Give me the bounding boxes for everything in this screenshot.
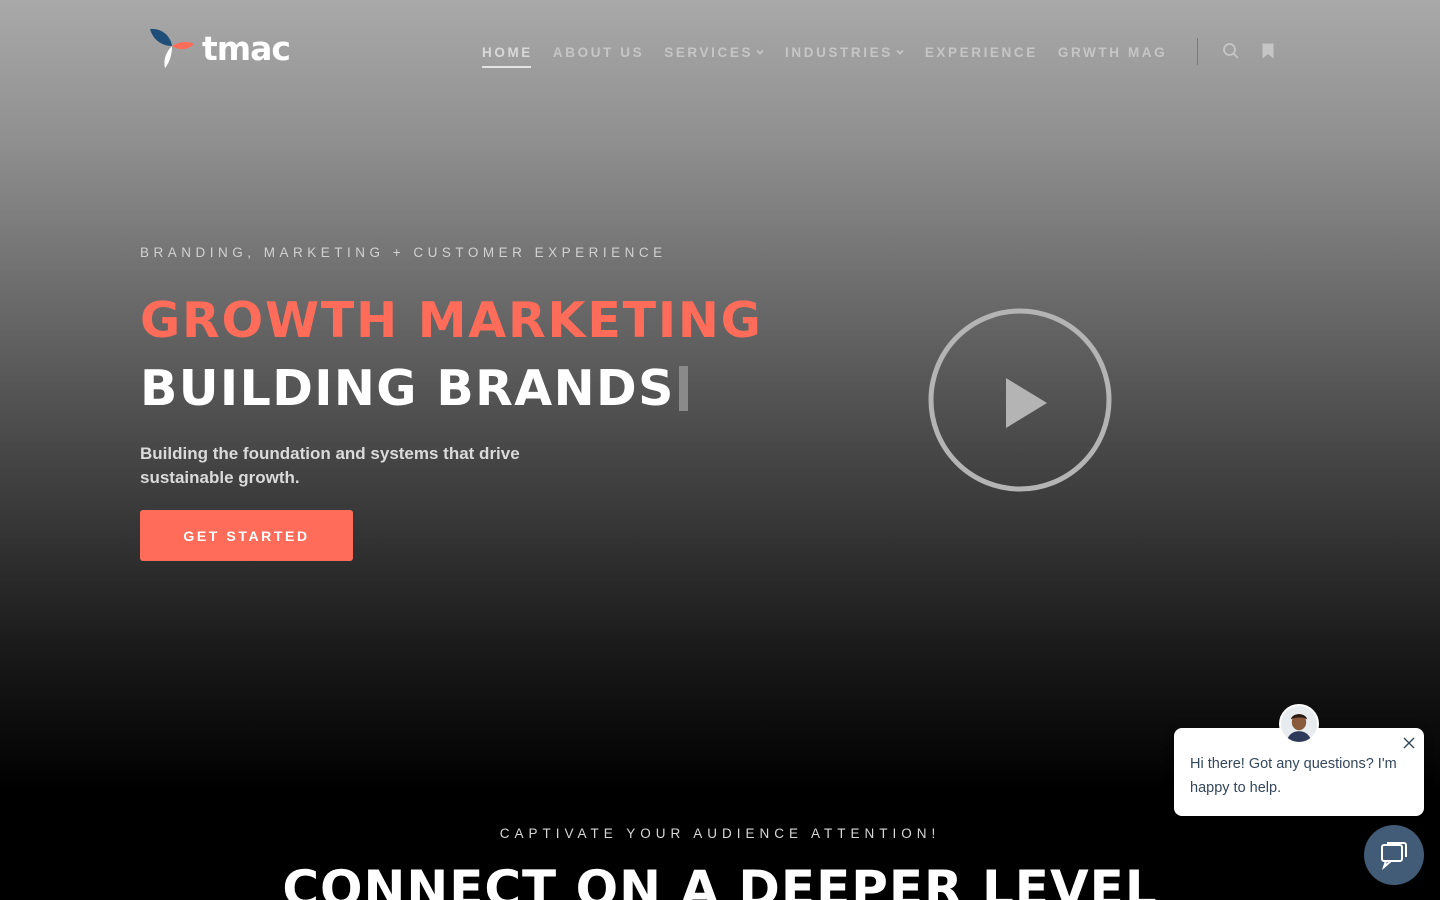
nav-item-grwth-mag[interactable]: GRWTH MAG bbox=[1058, 45, 1167, 60]
section-eyebrow: CAPTIVATE YOUR AUDIENCE ATTENTION! bbox=[499, 826, 941, 841]
search-icon[interactable] bbox=[1222, 42, 1240, 60]
typing-cursor bbox=[678, 366, 688, 411]
get-started-button[interactable]: GET STARTED bbox=[140, 510, 353, 561]
section-title: CONNECT ON A DEEPER LEVEL bbox=[282, 860, 1158, 900]
nav-item-home[interactable]: HOME bbox=[482, 45, 533, 68]
chevron-down-icon bbox=[756, 49, 764, 55]
hero-eyebrow: BRANDING, MARKETING + CUSTOMER EXPERIENC… bbox=[140, 245, 667, 260]
main-nav: HOME ABOUT US SERVICES INDUSTRIES EXPERI… bbox=[482, 42, 1187, 68]
close-icon[interactable] bbox=[1402, 736, 1416, 750]
chat-welcome-message: Hi there! Got any questions? I'm happy t… bbox=[1190, 756, 1397, 796]
tmac-logo-icon bbox=[150, 28, 194, 68]
hero-subtext: Building the foundation and systems that… bbox=[140, 444, 520, 487]
nav-item-about-us[interactable]: ABOUT US bbox=[553, 45, 644, 60]
brand-name: tmac bbox=[202, 28, 291, 68]
chat-icon bbox=[1381, 842, 1407, 870]
nav-item-industries[interactable]: INDUSTRIES bbox=[785, 45, 905, 60]
chat-launcher-button[interactable] bbox=[1364, 825, 1424, 885]
nav-item-experience[interactable]: EXPERIENCE bbox=[925, 45, 1038, 60]
chevron-down-icon bbox=[896, 49, 904, 55]
hero-headline-primary: GROWTH MARKETING bbox=[140, 292, 763, 349]
nav-item-services[interactable]: SERVICES bbox=[664, 45, 765, 60]
hero-headline-typed-text: BUILDING BRANDS bbox=[140, 360, 675, 417]
chat-agent-avatar bbox=[1279, 704, 1319, 744]
nav-divider bbox=[1197, 38, 1198, 65]
avatar-icon bbox=[1281, 706, 1317, 742]
hero-headline-secondary: BUILDING BRANDS bbox=[140, 360, 688, 417]
play-icon[interactable] bbox=[928, 308, 1112, 492]
brand-logo[interactable]: tmac bbox=[148, 24, 298, 74]
bookmark-icon[interactable] bbox=[1259, 42, 1277, 60]
